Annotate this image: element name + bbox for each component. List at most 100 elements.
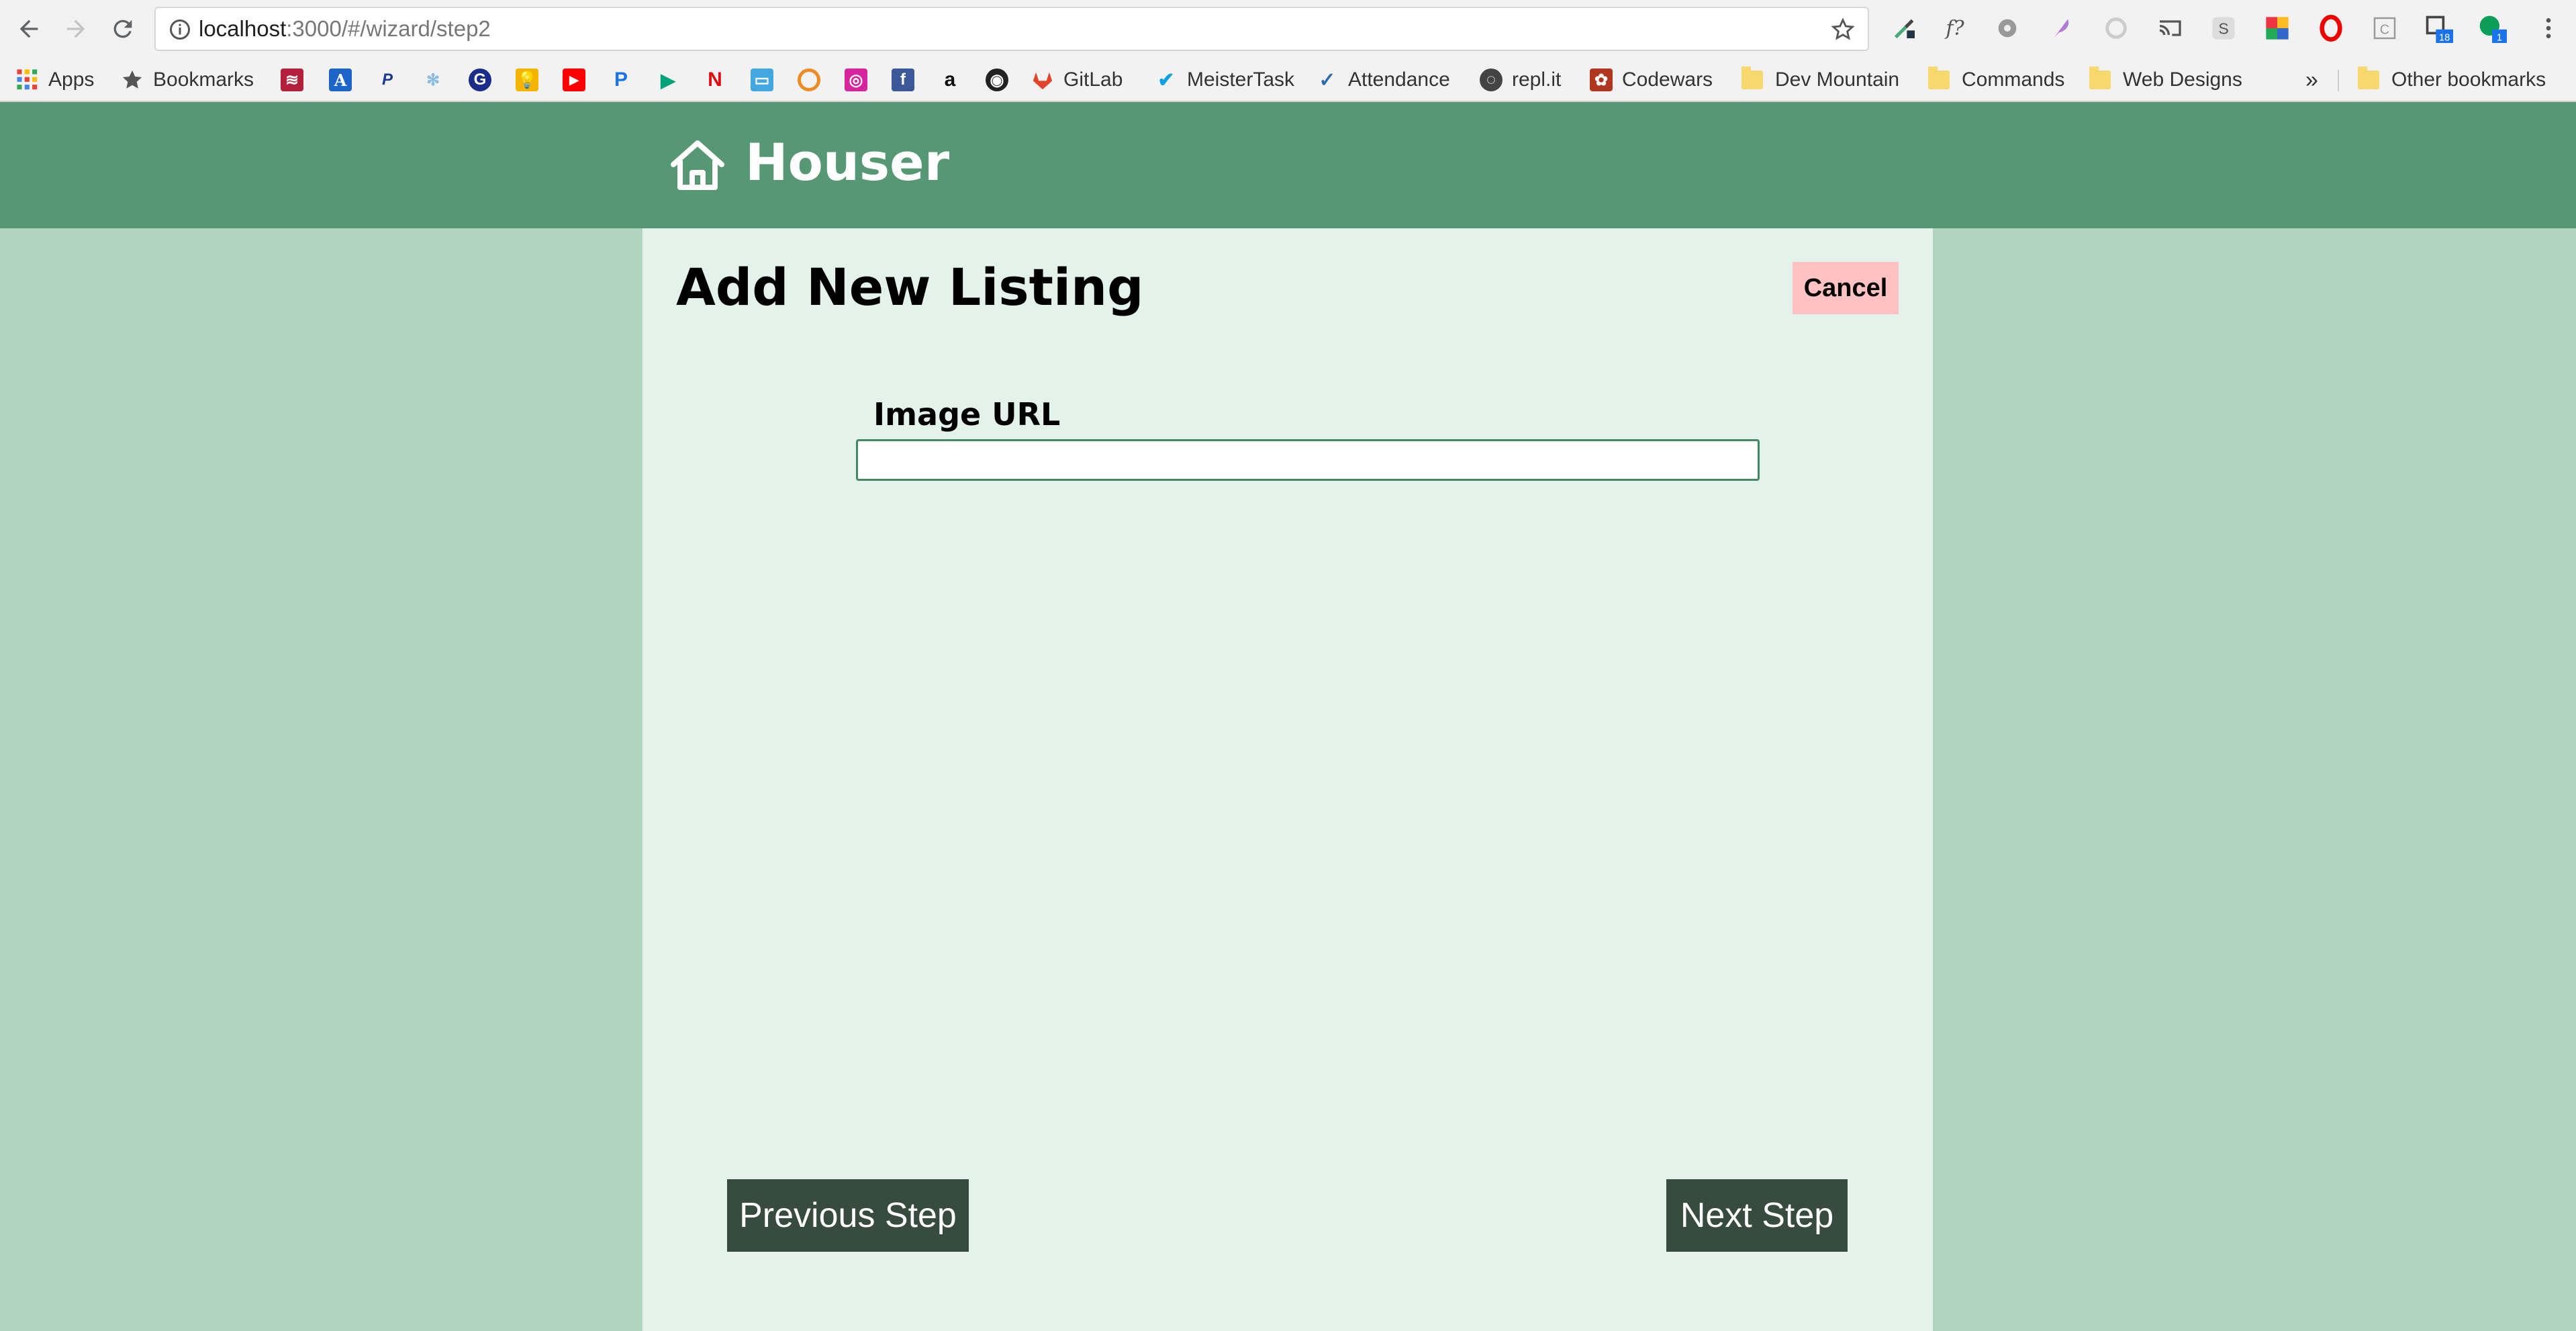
star-icon[interactable] bbox=[1830, 17, 1856, 42]
instagram-icon: ◎ bbox=[845, 68, 867, 91]
folder-icon bbox=[1928, 66, 1950, 89]
bookmark-netflix[interactable]: N bbox=[704, 64, 736, 95]
bookmark-folder-commands[interactable]: Commands bbox=[1928, 64, 2064, 95]
bookmark-meistertask-label: MeisterTask bbox=[1187, 68, 1295, 91]
bookmark-attendance[interactable]: ✓ Attendance bbox=[1316, 64, 1449, 95]
info-icon bbox=[170, 19, 190, 40]
bookmark-codewars-label: Codewars bbox=[1622, 68, 1713, 91]
pandora-icon: P bbox=[614, 68, 628, 91]
replit-icon: ◌ bbox=[1480, 68, 1502, 91]
cancel-button[interactable]: Cancel bbox=[1793, 262, 1899, 314]
image-url-label: Image URL bbox=[873, 396, 1061, 432]
cast-icon[interactable] bbox=[2155, 13, 2185, 43]
url-path: :3000/#/wizard/step2 bbox=[286, 16, 491, 41]
bookmark-ring-site[interactable] bbox=[798, 64, 830, 95]
bookmark-folder-other[interactable]: Other bookmarks bbox=[2358, 64, 2546, 95]
dev-extension-icon[interactable]: 18 bbox=[2424, 13, 2453, 43]
next-step-button[interactable]: Next Step bbox=[1666, 1179, 1848, 1252]
youtube-icon: ▶ bbox=[563, 68, 585, 91]
bookmark-gitlab-label: GitLab bbox=[1063, 68, 1123, 91]
bookmarks-bar: Apps Bookmarks ≋ A P ✻ G 💡 ▶ P ▶ N ▭ ◎ f… bbox=[0, 58, 2576, 102]
letter-a-icon: A bbox=[329, 68, 352, 91]
feather-extension-icon[interactable] bbox=[2046, 13, 2076, 43]
tv-icon: ▭ bbox=[751, 68, 773, 91]
arrow-left-icon bbox=[19, 19, 38, 38]
arrow-right-icon bbox=[66, 19, 85, 38]
play-store-icon: ▶ bbox=[661, 69, 675, 91]
chat-extension-icon[interactable]: 1 bbox=[2477, 13, 2507, 43]
apps-grid-icon bbox=[17, 69, 38, 90]
letter-g-icon: G bbox=[469, 68, 491, 91]
brand-name[interactable]: Houser bbox=[745, 129, 949, 196]
bookmark-play-store[interactable]: ▶ bbox=[657, 64, 689, 95]
bookmark-folder-dev-mountain[interactable]: Dev Mountain bbox=[1742, 64, 1899, 95]
bookmark-apps-label: Apps bbox=[48, 68, 95, 91]
checkmark-icon: ✓ bbox=[1319, 68, 1336, 91]
forward-button[interactable] bbox=[56, 9, 95, 48]
address-bar[interactable]: localhost:3000/#/wizard/step2 bbox=[154, 7, 1869, 51]
folder-icon bbox=[2358, 66, 2379, 89]
bookmark-bookmarks-label: Bookmarks bbox=[153, 68, 254, 91]
svg-text:C: C bbox=[2380, 22, 2389, 37]
house-icon[interactable] bbox=[668, 137, 727, 192]
bookmark-pandora[interactable]: P bbox=[610, 64, 642, 95]
bookmark-replit[interactable]: ◌ repl.it bbox=[1480, 64, 1561, 95]
bookmark-g-site[interactable]: G bbox=[469, 64, 501, 95]
page-title: Add New Listing bbox=[676, 257, 1144, 317]
eyedropper-extension-icon[interactable] bbox=[1890, 13, 1919, 43]
bookmark-apps[interactable]: Apps bbox=[16, 64, 94, 95]
bookmarks-divider bbox=[2338, 70, 2339, 91]
red-stripes-icon: ≋ bbox=[281, 68, 303, 91]
bookmarks-overflow-button[interactable]: » bbox=[2305, 64, 2318, 95]
bookmark-facebook[interactable]: f bbox=[892, 64, 924, 95]
ring-icon bbox=[798, 68, 820, 91]
gear-extension-icon[interactable] bbox=[1993, 13, 2022, 43]
image-url-input[interactable] bbox=[856, 439, 1760, 481]
bookmark-other-label: Other bookmarks bbox=[2391, 68, 2546, 91]
reload-icon bbox=[113, 19, 132, 38]
paypal-icon: P bbox=[381, 71, 393, 89]
bookmark-codewars[interactable]: ✿ Codewars bbox=[1590, 64, 1713, 95]
bookmark-youtube[interactable]: ▶ bbox=[563, 64, 595, 95]
wizard-panel: Add New Listing Cancel Image URL Previou… bbox=[642, 228, 1933, 1331]
bookmark-a-site[interactable]: A bbox=[329, 64, 361, 95]
bookmark-github[interactable]: ◉ bbox=[986, 64, 1018, 95]
bookmark-red-site[interactable]: ≋ bbox=[281, 64, 313, 95]
facebook-icon: f bbox=[892, 68, 914, 91]
font-finder-extension-icon[interactable]: f? bbox=[1940, 13, 1970, 43]
browser-toolbar: localhost:3000/#/wizard/step2 f? S C 18 … bbox=[0, 0, 2576, 58]
bookmark-bookmarks[interactable]: Bookmarks bbox=[121, 64, 254, 95]
bookmark-amazon[interactable]: a bbox=[939, 64, 971, 95]
bookmarks-overflow-label: » bbox=[2305, 66, 2318, 93]
snowflake-icon: ✻ bbox=[426, 71, 440, 89]
palette-extension-icon[interactable] bbox=[2262, 13, 2292, 43]
url-host: localhost bbox=[199, 16, 287, 41]
bookmark-meistertask[interactable]: ✔ MeisterTask bbox=[1155, 64, 1294, 95]
s-extension-icon[interactable]: S bbox=[2209, 13, 2238, 43]
menu-dots-icon[interactable] bbox=[2534, 13, 2563, 43]
bookmark-folder-web-designs[interactable]: Web Designs bbox=[2089, 64, 2242, 95]
swirl-extension-icon[interactable] bbox=[2101, 13, 2131, 43]
back-button[interactable] bbox=[9, 9, 48, 48]
bookmark-commands-label: Commands bbox=[1962, 68, 2065, 91]
codewars-icon: ✿ bbox=[1590, 68, 1613, 91]
bookmark-instagram[interactable]: ◎ bbox=[845, 64, 877, 95]
amazon-icon: a bbox=[944, 68, 956, 91]
lightbulb-icon: 💡 bbox=[516, 68, 538, 91]
reload-button[interactable] bbox=[103, 9, 142, 48]
bookmark-snowflake[interactable]: ✻ bbox=[422, 64, 454, 95]
app-header: Houser bbox=[0, 102, 2576, 228]
bookmark-tv-site[interactable]: ▭ bbox=[751, 64, 783, 95]
bookmark-gitlab[interactable]: GitLab bbox=[1031, 64, 1123, 95]
extension-badge-b: 1 bbox=[2497, 32, 2502, 43]
c-extension-icon[interactable]: C bbox=[2370, 13, 2399, 43]
bookmark-dev-mountain-label: Dev Mountain bbox=[1775, 68, 1900, 91]
opera-extension-icon[interactable] bbox=[2316, 13, 2346, 43]
bookmark-web-designs-label: Web Designs bbox=[2123, 68, 2242, 91]
bookmark-keep[interactable]: 💡 bbox=[516, 64, 548, 95]
netflix-icon: N bbox=[708, 68, 722, 91]
svg-text:S: S bbox=[2218, 19, 2229, 37]
bookmark-paypal[interactable]: P bbox=[376, 64, 408, 95]
previous-step-button[interactable]: Previous Step bbox=[727, 1179, 969, 1252]
bookmark-replit-label: repl.it bbox=[1512, 68, 1562, 91]
